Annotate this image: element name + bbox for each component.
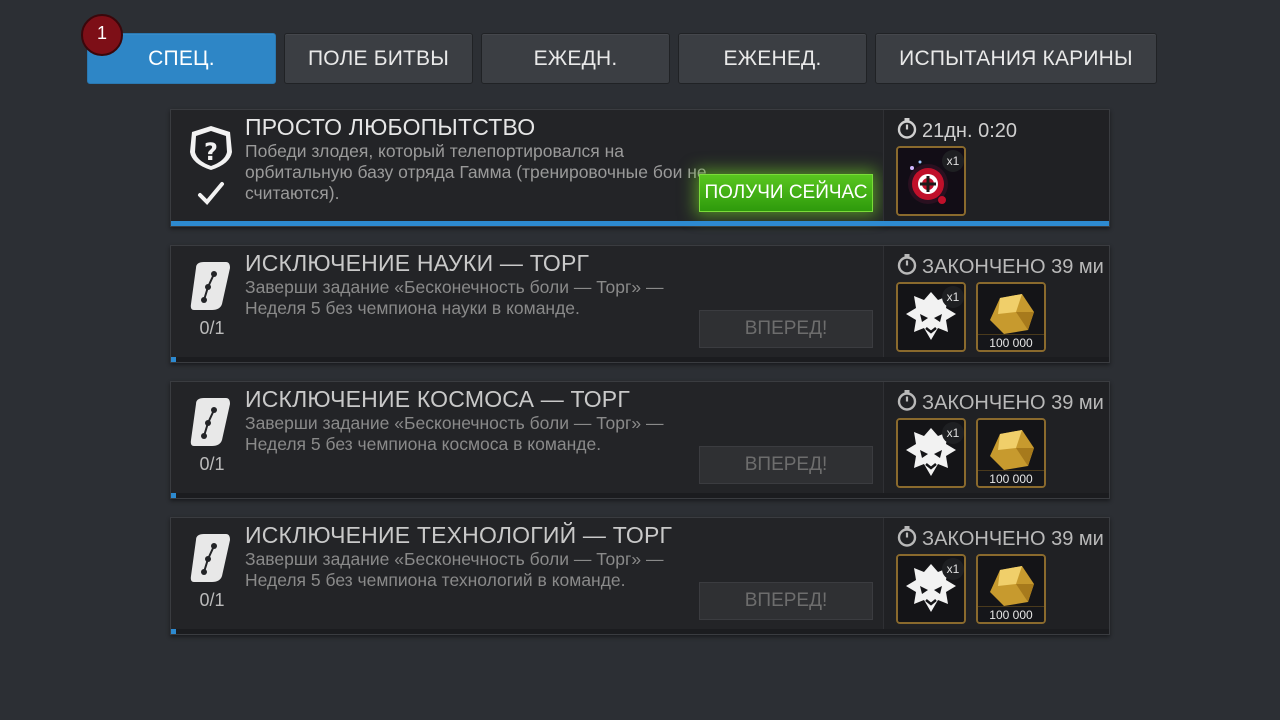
reward-item[interactable]: x1 — [896, 146, 966, 216]
quest-title: ИСКЛЮЧЕНИЕ КОСМОСА — ТОРГ — [245, 386, 631, 412]
tab-daily[interactable]: ЕЖЕДН. — [481, 33, 670, 84]
question-badge-icon: ? — [186, 124, 236, 180]
quest-progress-bar — [171, 493, 1109, 498]
reward-amount: 100 000 — [978, 606, 1044, 622]
quest-description: Заверши задание «Бесконечность боли — То… — [245, 277, 664, 318]
scroll-quest-icon — [186, 396, 236, 452]
stopwatch-icon — [896, 525, 918, 553]
stopwatch-icon — [896, 389, 918, 417]
quest-progress-fill — [171, 357, 176, 362]
reward-item[interactable]: x1 — [896, 554, 966, 624]
reward-amount: 100 000 — [978, 470, 1044, 486]
quest-progress-fill — [171, 221, 1109, 226]
quest-title: ИСКЛЮЧЕНИЕ НАУКИ — ТОРГ — [245, 250, 590, 276]
quest-timer: ЗАКОНЧЕНО 39 ми — [896, 253, 1104, 281]
quest-timer-text: 21дн. 0:20 — [922, 119, 1017, 142]
quest-progress-text: 0/1 — [199, 590, 225, 610]
stopwatch-icon — [896, 253, 918, 281]
claim-now-button[interactable]: ПОЛУЧИ СЕЙЧАС — [699, 174, 873, 212]
reward-multiplier: x1 — [942, 422, 964, 444]
quest-main-area: 0/1 ИСКЛЮЧЕНИЕ НАУКИ — ТОРГ Заверши зада… — [171, 246, 883, 362]
tab-weekly[interactable]: ЕЖЕНЕД. — [678, 33, 867, 84]
go-button[interactable]: ВПЕРЕД! — [699, 582, 873, 620]
quest-progress-fill — [171, 493, 176, 498]
notification-badge: 1 — [81, 14, 123, 56]
reward-multiplier: x1 — [942, 150, 964, 172]
quest-rewards-area: ЗАКОНЧЕНО 39 ми x1 100 000 — [883, 382, 1109, 498]
quest-timer-text: ЗАКОНЧЕНО 39 ми — [922, 391, 1104, 414]
quest-description: Заверши задание «Бесконечность боли — То… — [245, 413, 664, 454]
quest-timer: ЗАКОНЧЕНО 39 ми — [896, 525, 1104, 553]
quest-rewards-area: 21дн. 0:20 x1 — [883, 110, 1109, 226]
quest-progress-text: 0/1 — [199, 454, 225, 474]
quest-category-tabs: СПЕЦ. ПОЛЕ БИТВЫ ЕЖЕДН. ЕЖЕНЕД. ИСПЫТАНИ… — [87, 33, 1157, 84]
quest-rewards-area: ЗАКОНЧЕНО 39 ми x1 100 000 — [883, 246, 1109, 362]
reward-multiplier: x1 — [942, 558, 964, 580]
quest-progress-bar — [171, 221, 1109, 226]
tab-carinas-challenges[interactable]: ИСПЫТАНИЯ КАРИНЫ — [875, 33, 1157, 84]
quest-main-area: 0/1 ИСКЛЮЧЕНИЕ ТЕХНОЛОГИЙ — ТОРГ Заверши… — [171, 518, 883, 634]
quest-title: ИСКЛЮЧЕНИЕ ТЕХНОЛОГИЙ — ТОРГ — [245, 522, 673, 548]
quest-progress-fill — [171, 629, 176, 634]
quest-progress-bar — [171, 357, 1109, 362]
quest-card: 0/1 ИСКЛЮЧЕНИЕ ТЕХНОЛОГИЙ — ТОРГ Заверши… — [170, 517, 1110, 635]
quest-main-area: ? ПРОСТО ЛЮБОПЫТСТВО Победи злодея, кото… — [171, 110, 883, 226]
reward-amount: 100 000 — [978, 334, 1044, 350]
go-button[interactable]: ВПЕРЕД! — [699, 446, 873, 484]
quest-main-area: 0/1 ИСКЛЮЧЕНИЕ КОСМОСА — ТОРГ Заверши за… — [171, 382, 883, 498]
reward-multiplier: x1 — [942, 286, 964, 308]
quest-timer-text: ЗАКОНЧЕНО 39 ми — [922, 527, 1104, 550]
quest-card: 0/1 ИСКЛЮЧЕНИЕ КОСМОСА — ТОРГ Заверши за… — [170, 381, 1110, 499]
quest-progress-text: 0/1 — [199, 318, 225, 338]
quest-description: Победи злодея, который телепортировался … — [245, 141, 707, 203]
tab-battlegrounds[interactable]: ПОЛЕ БИТВЫ — [284, 33, 473, 84]
quest-card: ? ПРОСТО ЛЮБОПЫТСТВО Победи злодея, кото… — [170, 109, 1110, 227]
quest-title: ПРОСТО ЛЮБОПЫТСТВО — [245, 114, 536, 140]
reward-item[interactable]: 100 000 — [976, 282, 1046, 352]
stopwatch-icon — [896, 117, 918, 145]
scroll-quest-icon — [186, 532, 236, 588]
reward-item[interactable]: x1 — [896, 418, 966, 488]
quest-description: Заверши задание «Бесконечность боли — То… — [245, 549, 664, 590]
quest-timer-text: ЗАКОНЧЕНО 39 ми — [922, 255, 1104, 278]
svg-text:?: ? — [204, 138, 218, 166]
quest-timer: ЗАКОНЧЕНО 39 ми — [896, 389, 1104, 417]
reward-item[interactable]: 100 000 — [976, 554, 1046, 624]
scroll-quest-icon — [186, 260, 236, 316]
quest-rewards-area: ЗАКОНЧЕНО 39 ми x1 100 000 — [883, 518, 1109, 634]
reward-item[interactable]: 100 000 — [976, 418, 1046, 488]
quest-timer: 21дн. 0:20 — [896, 117, 1017, 145]
checkmark-icon — [197, 180, 225, 208]
reward-item[interactable]: x1 — [896, 282, 966, 352]
quest-card: 0/1 ИСКЛЮЧЕНИЕ НАУКИ — ТОРГ Заверши зада… — [170, 245, 1110, 363]
go-button[interactable]: ВПЕРЕД! — [699, 310, 873, 348]
quest-progress-bar — [171, 629, 1109, 634]
